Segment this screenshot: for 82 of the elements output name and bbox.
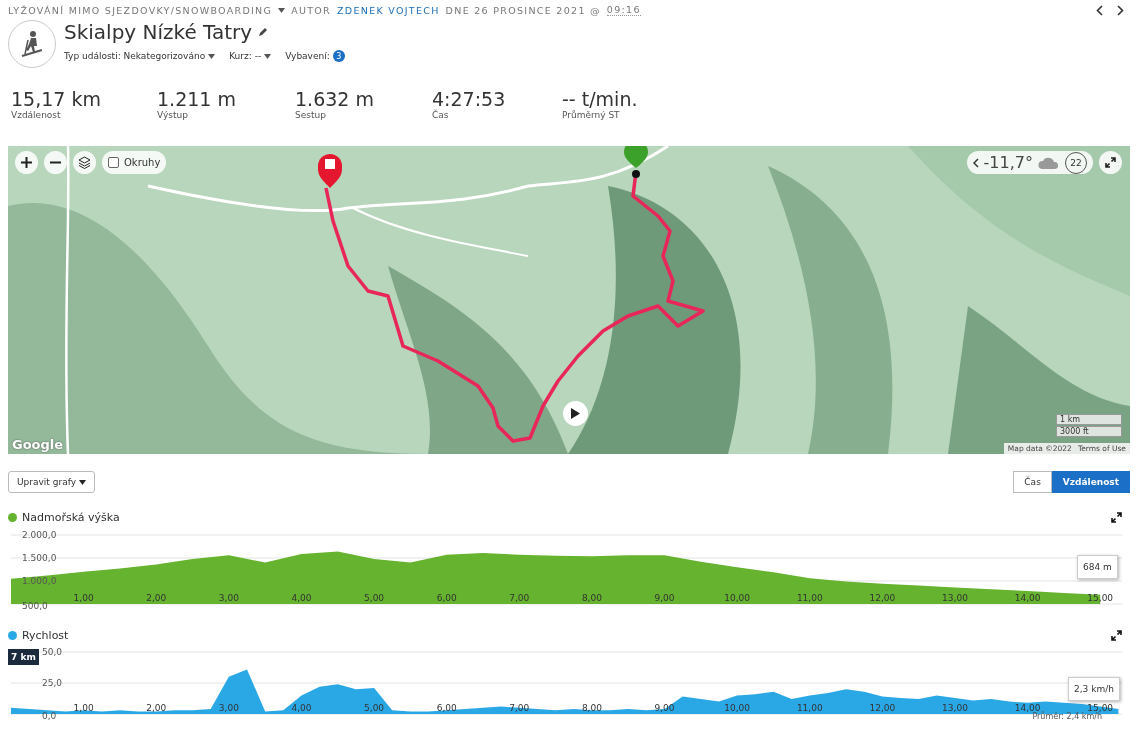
edit-charts-dropdown[interactable]: Upravit grafy xyxy=(8,471,95,493)
previous-icon[interactable] xyxy=(1096,4,1103,16)
cursor-tooltip: 7 km xyxy=(8,649,39,665)
average-label: Průměr: 2,4 km/h xyxy=(1032,712,1102,721)
play-icon xyxy=(571,408,580,419)
axis-label: 11,00 xyxy=(796,593,823,603)
weather-widget[interactable]: -11,7° 22 xyxy=(966,151,1093,174)
temperature: -11,7° xyxy=(983,153,1033,172)
stat-label: Průměrný ST xyxy=(562,110,621,120)
axis-label: 4,00 xyxy=(291,593,312,603)
axis-label: 2.000,0 xyxy=(22,530,57,540)
axis-label: 1.500,0 xyxy=(22,553,57,563)
activity-time[interactable]: 09:16 xyxy=(606,4,641,16)
axis-label: 2,00 xyxy=(146,593,167,603)
count-badge: 3 xyxy=(332,50,345,62)
stat-value: 1.632 m xyxy=(295,88,375,110)
axis-label: 8,00 xyxy=(581,593,602,603)
axis-label: 50,0 xyxy=(42,647,63,657)
activity-title: Skialpy Nízké Tatry xyxy=(64,20,253,44)
author-link[interactable]: ZDENEK VOJTECH xyxy=(337,4,440,16)
cloud-icon xyxy=(1038,156,1060,169)
stat-label: Vzdálenost xyxy=(11,110,62,120)
stat-value: 1.211 m xyxy=(157,88,237,110)
axis-label: 9,00 xyxy=(654,593,675,603)
scale-label: 3000 ft xyxy=(1056,426,1122,437)
axis-label: 13,00 xyxy=(942,703,968,713)
axis-label: 1,00 xyxy=(73,703,94,713)
value-tooltip: 684 m xyxy=(1077,555,1118,579)
fullscreen-icon xyxy=(1105,157,1116,168)
expand-icon[interactable] xyxy=(1111,629,1122,641)
stat-label: Sestup xyxy=(295,110,327,120)
scale-label: 1 km xyxy=(1056,414,1122,425)
map-logo: Google xyxy=(12,437,64,452)
next-icon[interactable] xyxy=(1117,4,1124,16)
axis-label: 14,00 xyxy=(1014,703,1041,713)
chevron-icon[interactable] xyxy=(972,157,979,168)
stat-label: Čas xyxy=(432,110,450,120)
axis-label: 10,00 xyxy=(724,703,751,713)
equipment-label[interactable]: Vybavení: xyxy=(285,51,330,61)
value-tooltip: 2,3 km/h xyxy=(1068,677,1120,701)
axis-label: 11,00 xyxy=(796,703,823,713)
loops-checkbox[interactable]: Okruhy xyxy=(102,151,167,174)
plus-icon xyxy=(21,157,32,168)
axis-label: 4,00 xyxy=(291,703,312,713)
stat-value: -- t/min. xyxy=(562,88,639,110)
activity-type[interactable]: LYŽOVÁNÍ MIMO SJEZDOVKY/SNOWBOARDING xyxy=(8,4,273,16)
axis-label: 1,00 xyxy=(73,593,94,603)
caret-icon[interactable] xyxy=(278,7,286,13)
dropdown-label[interactable]: Typ události: Nekategorizováno xyxy=(64,51,206,61)
chart-title: Nadmořská výška xyxy=(22,510,120,524)
caret-icon xyxy=(79,479,86,485)
pencil-icon[interactable] xyxy=(258,27,268,37)
toggle-button[interactable]: Vzdálenost xyxy=(1051,471,1130,493)
author-label: AUTOR xyxy=(291,4,332,16)
caret-icon[interactable] xyxy=(208,53,216,59)
axis-label: 1.000,0 xyxy=(22,576,57,586)
axis-label: 0,0 xyxy=(42,711,57,721)
expand-icon[interactable] xyxy=(1111,511,1122,523)
axis-label: 15,00 xyxy=(1087,703,1114,713)
axis-label: 2,00 xyxy=(146,703,167,713)
stat-label: Výstup xyxy=(157,110,189,120)
layers-icon xyxy=(78,156,91,169)
axis-label: 14,00 xyxy=(1014,593,1041,603)
caret-icon[interactable] xyxy=(264,53,272,59)
axis-label: 500,0 xyxy=(22,601,48,611)
axis-label: 12,00 xyxy=(869,593,896,603)
stat-value: 15,17 km xyxy=(11,88,102,110)
axis-label: 5,00 xyxy=(364,593,385,603)
axis-label: 6,00 xyxy=(436,593,457,603)
axis-label: 3,00 xyxy=(218,593,239,603)
axis-label: 3,00 xyxy=(218,703,239,713)
axis-label: 5,00 xyxy=(364,703,385,713)
activity-date: DNE 26 PROSINCE 2021 @ xyxy=(445,4,601,16)
dropdown-label[interactable]: Kurz: -- xyxy=(229,51,262,61)
toggle-button[interactable]: Čas xyxy=(1013,471,1052,493)
axis-label: 25,0 xyxy=(42,678,63,688)
axis-label: 13,00 xyxy=(942,593,968,603)
chart-title: Rychlost xyxy=(22,628,69,642)
axis-label: 12,00 xyxy=(869,703,896,713)
stat-value: 4:27:53 xyxy=(432,88,507,110)
axis-label: 10,00 xyxy=(724,593,751,603)
axis-label: 7,00 xyxy=(509,593,530,603)
